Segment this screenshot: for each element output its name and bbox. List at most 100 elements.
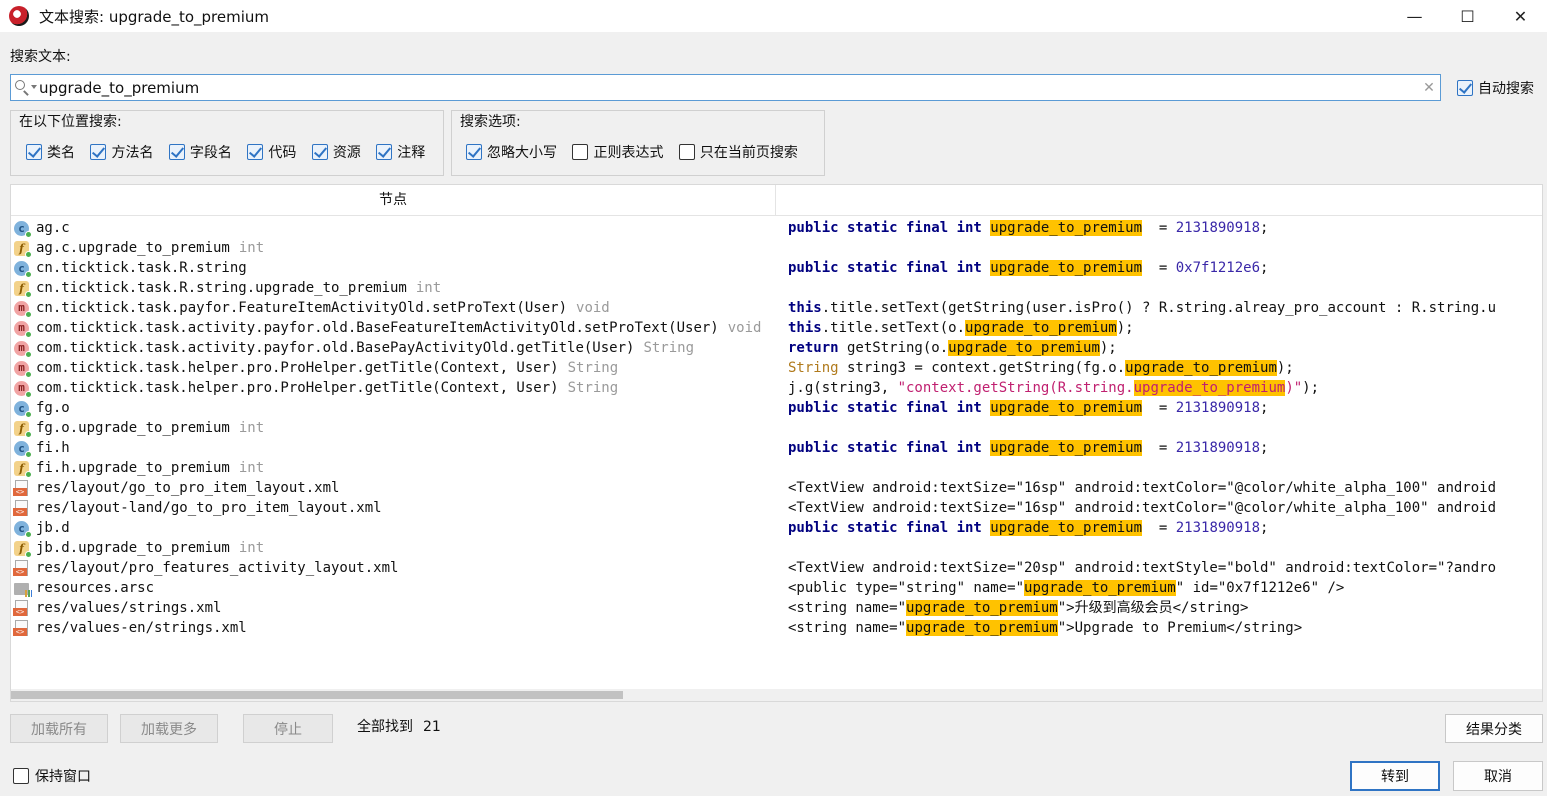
code-cell[interactable]: j.g(string3, "context.getString(R.string… [788, 378, 1542, 398]
search-icon[interactable] [11, 75, 37, 100]
table-row[interactable]: f jb.d.upgrade_to_premium int [11, 538, 1542, 558]
results-table[interactable]: 节点 c ag.c public static final int upgrade_… [10, 184, 1543, 702]
table-row[interactable]: m com.ticktick.task.activity.payfor.old.B… [11, 318, 1542, 338]
load-all-button[interactable]: 加载所有 [10, 714, 108, 743]
code-cell[interactable] [788, 278, 1542, 298]
code-cell[interactable]: public static final int upgrade_to_premi… [788, 398, 1542, 418]
checkbox[interactable] [376, 144, 393, 160]
maximize-button[interactable]: ☐ [1441, 0, 1494, 32]
option-current-page-only[interactable]: 只在当前页搜索 [678, 142, 798, 162]
node-cell[interactable]: <> res/layout/go_to_pro_item_layout.xml [13, 478, 776, 498]
code-cell[interactable]: this.title.setText(getString(user.isPro(… [788, 298, 1542, 318]
checkbox[interactable] [311, 144, 328, 160]
node-cell[interactable]: f ag.c.upgrade_to_premium int [13, 238, 776, 258]
node-cell[interactable]: f fg.o.upgrade_to_premium int [13, 418, 776, 438]
code-cell[interactable]: String string3 = context.getString(fg.o.… [788, 358, 1542, 378]
node-cell[interactable]: m cn.ticktick.task.payfor.FeatureItemActi… [13, 298, 776, 318]
table-row[interactable]: <> res/layout/go_to_pro_item_layout.xml <T… [11, 478, 1542, 498]
node-cell[interactable]: m com.ticktick.task.activity.payfor.old.B… [13, 338, 776, 358]
code-cell[interactable] [788, 238, 1542, 258]
option-ignore-case[interactable]: 忽略大小写 [466, 142, 557, 162]
clear-icon[interactable]: ✕ [1418, 80, 1440, 96]
code-cell[interactable]: <public type="string" name="upgrade_to_p… [788, 578, 1542, 598]
code-cell[interactable]: public static final int upgrade_to_premi… [788, 258, 1542, 278]
table-row[interactable]: f cn.ticktick.task.R.string.upgrade_to_pr… [11, 278, 1542, 298]
table-row[interactable]: <> res/values/strings.xml <string name="up… [11, 598, 1542, 618]
location-resources[interactable]: 资源 [311, 142, 361, 162]
table-row[interactable]: <> res/layout-land/go_to_pro_item_layout.… [11, 498, 1542, 518]
node-cell[interactable]: c fg.o [13, 398, 776, 418]
horizontal-scrollbar[interactable] [11, 689, 1542, 701]
table-row[interactable]: c ag.c public static final int upgrade_to_… [11, 218, 1542, 238]
table-row[interactable]: m com.ticktick.task.helper.pro.ProHelper.… [11, 378, 1542, 398]
goto-button[interactable]: 转到 [1350, 761, 1440, 791]
node-cell[interactable]: c ag.c [13, 218, 776, 238]
node-cell[interactable]: resources.arsc [13, 578, 776, 598]
option-regex[interactable]: 正则表达式 [572, 142, 663, 162]
code-cell[interactable]: <TextView android:textSize="16sp" androi… [788, 498, 1542, 518]
checkbox[interactable] [466, 144, 482, 160]
node-cell[interactable]: <> res/values/strings.xml [13, 598, 776, 618]
table-row[interactable]: c fi.h public static final int upgrade_to_… [11, 438, 1542, 458]
checkbox[interactable] [247, 144, 264, 160]
node-cell[interactable]: m com.ticktick.task.helper.pro.ProHelper.… [13, 358, 776, 378]
location-code[interactable]: 代码 [247, 142, 296, 162]
close-button[interactable]: ✕ [1494, 0, 1547, 32]
cancel-button[interactable]: 取消 [1453, 761, 1543, 791]
code-cell[interactable]: public static final int upgrade_to_premi… [788, 518, 1542, 538]
location-method-names[interactable]: 方法名 [90, 142, 153, 162]
node-cell[interactable]: m com.ticktick.task.activity.payfor.old.B… [13, 318, 776, 338]
node-cell[interactable]: <> res/values-en/strings.xml [13, 618, 776, 638]
location-field-names[interactable]: 字段名 [168, 142, 232, 162]
code-cell[interactable] [788, 418, 1542, 438]
table-row[interactable]: f fi.h.upgrade_to_premium int [11, 458, 1542, 478]
node-cell[interactable]: <> res/layout-land/go_to_pro_item_layout.… [13, 498, 776, 518]
code-cell[interactable]: <TextView android:textSize="16sp" androi… [788, 478, 1542, 498]
node-cell[interactable]: c jb.d [13, 518, 776, 538]
checkbox[interactable] [90, 144, 107, 160]
code-cell[interactable] [788, 538, 1542, 558]
code-cell[interactable]: <string name="upgrade_to_premium">Upgrad… [788, 618, 1542, 638]
auto-search-checkbox[interactable] [1457, 80, 1473, 96]
checkbox[interactable] [678, 144, 695, 160]
table-row[interactable]: f ag.c.upgrade_to_premium int [11, 238, 1542, 258]
code-cell[interactable]: <string name="upgrade_to_premium">升级到高级会… [788, 598, 1542, 618]
location-comments[interactable]: 注释 [376, 142, 425, 162]
table-row[interactable]: c jb.d public static final int upgrade_to_… [11, 518, 1542, 538]
node-cell[interactable]: c cn.ticktick.task.R.string [13, 258, 776, 278]
keep-window-toggle[interactable]: 保持窗口 [13, 766, 91, 786]
scrollbar-thumb[interactable] [11, 691, 623, 699]
checkbox[interactable] [26, 144, 42, 160]
code-cell[interactable]: public static final int upgrade_to_premi… [788, 218, 1542, 238]
checkbox[interactable] [572, 144, 589, 160]
code-cell[interactable] [788, 458, 1542, 478]
location-class-names[interactable]: 类名 [26, 142, 75, 162]
auto-search-toggle[interactable]: 自动搜索 [1457, 78, 1534, 98]
node-cell[interactable]: m com.ticktick.task.helper.pro.ProHelper.… [13, 378, 776, 398]
search-box[interactable]: ✕ [10, 74, 1441, 101]
table-row[interactable]: f fg.o.upgrade_to_premium int [11, 418, 1542, 438]
code-cell[interactable]: return getString(o.upgrade_to_premium); [788, 338, 1542, 358]
table-row[interactable]: <> res/layout/pro_features_activity_layou… [11, 558, 1542, 578]
node-cell[interactable]: f cn.ticktick.task.R.string.upgrade_to_pr… [13, 278, 776, 298]
node-cell[interactable]: <> res/layout/pro_features_activity_layou… [13, 558, 776, 578]
node-cell[interactable]: c fi.h [13, 438, 776, 458]
node-cell[interactable]: f jb.d.upgrade_to_premium int [13, 538, 776, 558]
load-more-button[interactable]: 加载更多 [120, 714, 218, 743]
group-results-button[interactable]: 结果分类 [1445, 714, 1543, 743]
table-row[interactable]: resources.arsc <public type="string" name… [11, 578, 1542, 598]
table-row[interactable]: c fg.o public static final int upgrade_to_… [11, 398, 1542, 418]
table-row[interactable]: m com.ticktick.task.helper.pro.ProHelper.… [11, 358, 1542, 378]
code-cell[interactable]: public static final int upgrade_to_premi… [788, 438, 1542, 458]
table-row[interactable]: m com.ticktick.task.activity.payfor.old.B… [11, 338, 1542, 358]
code-cell[interactable]: <TextView android:textSize="20sp" androi… [788, 558, 1542, 578]
table-row[interactable]: <> res/values-en/strings.xml <string name=… [11, 618, 1542, 638]
node-cell[interactable]: f fi.h.upgrade_to_premium int [13, 458, 776, 478]
keep-window-checkbox[interactable] [13, 768, 29, 784]
table-row[interactable]: c cn.ticktick.task.R.string public static … [11, 258, 1542, 278]
search-input[interactable] [37, 75, 1418, 100]
column-header-node[interactable]: 节点 [11, 185, 776, 215]
checkbox[interactable] [168, 144, 185, 160]
minimize-button[interactable]: — [1388, 0, 1441, 32]
code-cell[interactable]: this.title.setText(o.upgrade_to_premium)… [788, 318, 1542, 338]
